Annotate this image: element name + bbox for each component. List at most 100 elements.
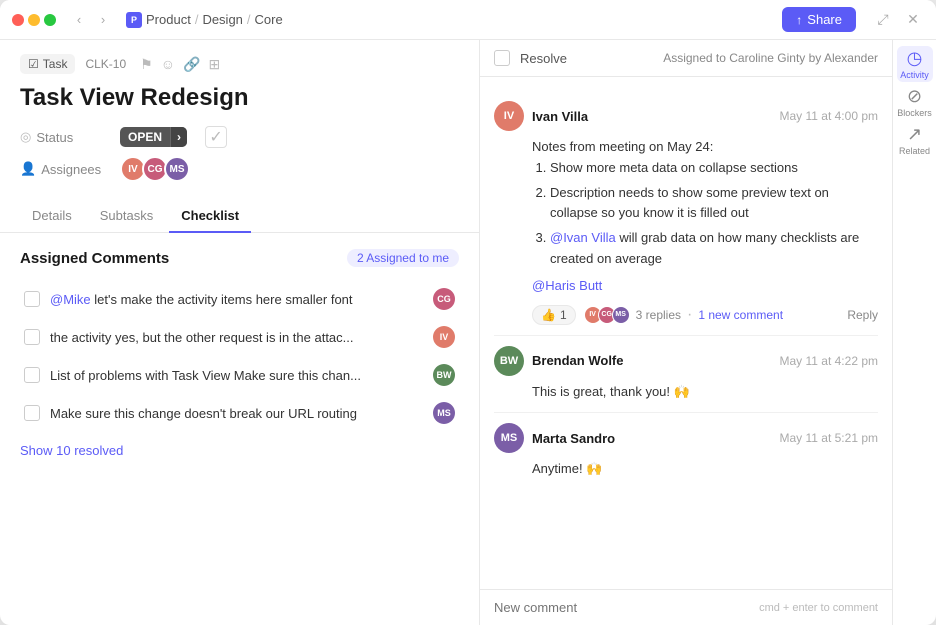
task-meta-bar: ☑ Task CLK-10 ⚑ ☺ 🔗 ⊞ [20,54,459,74]
checklist-checkbox-3[interactable] [24,367,40,383]
task-type-label: Task [43,57,68,71]
checklist-item[interactable]: List of problems with Task View Make sur… [20,357,459,393]
forward-arrow[interactable]: › [92,9,114,31]
app-window: ‹ › P Product / Design / Core ↑ Share ⤢ … [0,0,936,625]
new-comment-badge[interactable]: 1 new comment [698,308,783,322]
left-panel: ☑ Task CLK-10 ⚑ ☺ 🔗 ⊞ Task View Redesign [0,40,480,625]
checklist-item[interactable]: Make sure this change doesn't break our … [20,395,459,431]
reply-button-1[interactable]: Reply [847,308,878,322]
comment-1-time: May 11 at 4:00 pm [780,109,879,123]
tab-details[interactable]: Details [20,200,84,233]
status-icon: ◎ [20,129,31,145]
breadcrumb-sep-1: / [195,12,199,27]
link-icon[interactable]: 🔗 [183,56,200,73]
task-type-badge: ☑ Task [20,54,75,74]
checklist-checkbox-2[interactable] [24,329,40,345]
new-comment-hint: cmd + enter to comment [759,602,878,614]
comment-1-header: IV Ivan Villa May 11 at 4:00 pm [494,101,878,131]
checklist-checkbox-1[interactable] [24,291,40,307]
blockers-icon: ⊘ [907,86,922,107]
checklist-content: Assigned Comments 2 Assigned to me @Mike… [0,233,479,625]
tab-checklist[interactable]: Checklist [169,200,251,233]
task-fields: ◎ Status OPEN › ✓ 👤 Assignees [20,126,459,182]
comment-3-avatar: MS [494,423,524,453]
comment-1: IV Ivan Villa May 11 at 4:00 pm Notes fr… [494,91,878,336]
minimize-btn[interactable] [28,14,40,26]
comment-1-list-item-3: @Ivan Villa will grab data on how many c… [550,228,878,270]
reply-avatar-3: MS [612,306,630,324]
checklist-avatar-3: BW [433,364,455,386]
checklist-items: @Mike let's make the activity items here… [20,281,459,431]
assigned-badge[interactable]: 2 Assigned to me [347,249,459,267]
section-title: Assigned Comments [20,250,169,267]
resolve-label[interactable]: Resolve [520,51,567,66]
sidebar-related-btn[interactable]: ↗ Related [897,122,933,158]
tabs: Details Subtasks Checklist [0,200,479,233]
breadcrumb-core[interactable]: Core [255,12,283,27]
status-text: OPEN [120,127,170,147]
window-ctrl: ⤢ ✕ [872,9,924,31]
flag-icon[interactable]: ⚑ [140,56,153,73]
comment-1-list-item-1: Show more meta data on collapse sections [550,158,878,179]
checklist-item-text-4: Make sure this change doesn't break our … [50,406,423,421]
comment-2: BW Brendan Wolfe May 11 at 4:22 pm This … [494,336,878,414]
new-comment-input[interactable] [494,600,759,615]
checklist-item[interactable]: @Mike let's make the activity items here… [20,281,459,317]
show-resolved-link[interactable]: Show 10 resolved [20,443,123,458]
breadcrumb-design[interactable]: Design [202,12,242,27]
related-icon: ↗ [907,124,922,145]
comments-list: IV Ivan Villa May 11 at 4:00 pm Notes fr… [480,77,892,589]
mention-mike[interactable]: @Mike [50,292,91,307]
assignees-label: 👤 Assignees [20,161,110,177]
reaction-button-1[interactable]: 👍 1 [532,305,576,325]
reaction-count-1: 1 [560,308,567,322]
task-header: ☑ Task CLK-10 ⚑ ☺ 🔗 ⊞ Task View Redesign [0,40,479,200]
mention-haris-butt[interactable]: @Haris Butt [532,278,602,293]
section-header: Assigned Comments 2 Assigned to me [20,249,459,267]
comment-2-avatar: BW [494,346,524,376]
checklist-avatar-1: CG [433,288,455,310]
comment-1-list-item-2: Description needs to show some preview t… [550,183,878,225]
mention-ivan-villa[interactable]: @Ivan Villa [550,230,616,245]
titlebar: ‹ › P Product / Design / Core ↑ Share ⤢ … [0,0,936,40]
share-button[interactable]: ↑ Share [782,7,856,32]
activity-label: Activity [900,70,929,80]
close-btn[interactable] [12,14,24,26]
task-type-icon: ☑ [28,57,39,71]
sidebar-blockers-btn[interactable]: ⊘ Blockers [897,84,933,120]
comment-1-mention: @Haris Butt [532,276,878,297]
comment-2-header: BW Brendan Wolfe May 11 at 4:22 pm [494,346,878,376]
status-field: ◎ Status OPEN › ✓ [20,126,459,148]
tab-subtasks[interactable]: Subtasks [88,200,165,233]
maximize-btn[interactable] [44,14,56,26]
comment-1-body: Notes from meeting on May 24: Show more … [494,137,878,297]
checklist-checkbox-4[interactable] [24,405,40,421]
status-dropdown-icon[interactable]: › [170,127,187,147]
checklist-item-text-1: @Mike let's make the activity items here… [50,292,423,307]
comment-3: MS Marta Sandro May 11 at 5:21 pm Anytim… [494,413,878,490]
comment-2-body: This is great, thank you! 🙌 [494,382,878,403]
comment-1-author: Ivan Villa [532,109,588,124]
breadcrumb-product[interactable]: Product [146,12,191,27]
avatar-3[interactable]: MS [164,156,190,182]
replies-section: IV CG MS 3 replies · 1 new comment [584,306,783,324]
task-id: CLK-10 [85,57,126,71]
right-panel: Resolve Assigned to Caroline Ginty by Al… [480,40,936,625]
close-icon[interactable]: ✕ [902,9,924,31]
emoji-icon[interactable]: ☺ [161,56,175,73]
image-icon[interactable]: ⊞ [208,56,220,73]
task-title: Task View Redesign [20,84,459,112]
replies-count[interactable]: 3 replies [636,308,681,322]
status-badge[interactable]: OPEN › [120,127,187,147]
comment-3-body: Anytime! 🙌 [494,459,878,480]
reply-avatars: IV CG MS [584,306,630,324]
assignees-icon: 👤 [20,161,36,177]
back-arrow[interactable]: ‹ [68,9,90,31]
resolve-checkbox[interactable] [494,50,510,66]
sidebar-activity-btn[interactable]: ◷ Activity [897,46,933,82]
checklist-avatar-4: MS [433,402,455,424]
resize-icon[interactable]: ⤢ [872,9,894,31]
status-check-button[interactable]: ✓ [205,126,227,148]
product-icon: P [126,12,142,28]
checklist-item[interactable]: the activity yes, but the other request … [20,319,459,355]
